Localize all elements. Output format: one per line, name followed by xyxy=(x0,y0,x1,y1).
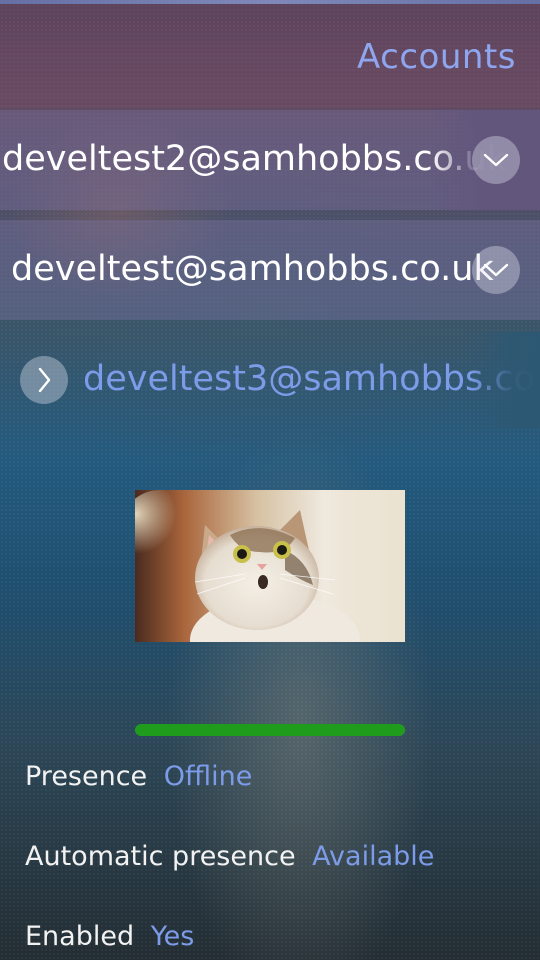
automatic-presence-label: Automatic presence xyxy=(25,841,296,872)
account-row-develtest3[interactable]: develtest3@samhobbs.co.uk xyxy=(0,332,540,428)
expand-button[interactable] xyxy=(472,136,520,184)
account-avatar-photo xyxy=(135,490,405,642)
presence-row: Presence Offline xyxy=(25,761,252,792)
chevron-right-icon xyxy=(36,367,52,393)
sync-progress-bar xyxy=(135,724,405,736)
cat-photo-illustration xyxy=(135,490,405,642)
account-row-develtest[interactable]: develtest@samhobbs.co.uk xyxy=(0,220,540,320)
page-title: Accounts xyxy=(357,37,516,77)
expand-button[interactable] xyxy=(20,356,68,404)
page-header: Accounts xyxy=(0,4,540,108)
chevron-down-icon xyxy=(483,152,509,168)
account-email-label: develtest3@samhobbs.co.uk xyxy=(83,359,540,399)
presence-value[interactable]: Offline xyxy=(164,761,253,792)
chevron-down-icon xyxy=(483,262,509,278)
account-email-label: develtest2@samhobbs.co.uk xyxy=(2,139,507,179)
presence-label: Presence xyxy=(25,761,148,792)
enabled-row: Enabled Yes xyxy=(25,921,194,952)
enabled-value[interactable]: Yes xyxy=(151,921,195,952)
automatic-presence-value[interactable]: Available xyxy=(312,841,434,872)
account-row-develtest2[interactable]: develtest2@samhobbs.co.uk xyxy=(0,110,540,210)
automatic-presence-row: Automatic presence Available xyxy=(25,841,434,872)
enabled-label: Enabled xyxy=(25,921,135,952)
sync-progress-fill xyxy=(135,724,405,736)
expand-button[interactable] xyxy=(472,246,520,294)
account-email-label: develtest@samhobbs.co.uk xyxy=(11,249,494,289)
